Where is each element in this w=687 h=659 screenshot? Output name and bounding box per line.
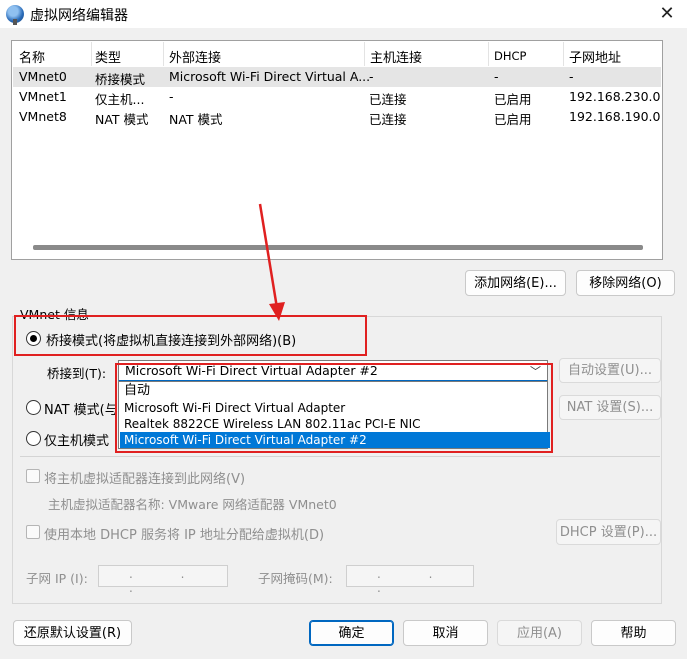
column-separator bbox=[563, 42, 564, 66]
remove-network-button[interactable]: 移除网络(O) bbox=[576, 270, 675, 296]
annotation-box-bridged bbox=[14, 315, 367, 356]
connect-host-adapter-checkbox[interactable] bbox=[26, 469, 40, 483]
apply-button[interactable]: 应用(A) bbox=[497, 620, 582, 646]
subnet-mask-dots: . . . bbox=[377, 567, 455, 595]
cell-subnet: 192.168.230.0 bbox=[569, 89, 661, 104]
host-only-radio[interactable] bbox=[26, 431, 41, 446]
nat-settings-button[interactable]: NAT 设置(S)... bbox=[559, 395, 661, 420]
subnet-ip-label: 子网 IP (I): bbox=[26, 571, 88, 586]
cell-dhcp: 已启用 bbox=[494, 112, 532, 127]
divider bbox=[20, 456, 660, 457]
cell-external: Microsoft Wi-Fi Direct Virtual A... bbox=[169, 69, 371, 84]
help-button[interactable]: 帮助 bbox=[591, 620, 676, 646]
annotation-box-dropdown bbox=[115, 363, 553, 453]
nat-mode-radio[interactable] bbox=[26, 400, 41, 415]
cell-type: 仅主机... bbox=[95, 92, 145, 107]
window-title: 虚拟网络编辑器 bbox=[30, 8, 128, 24]
column-separator bbox=[364, 42, 365, 66]
add-network-button[interactable]: 添加网络(E)... bbox=[465, 270, 566, 296]
cell-name: VMnet8 bbox=[19, 109, 67, 124]
table-row[interactable]: VMnet8 NAT 模式 NAT 模式 已连接 已启用 192.168.190… bbox=[13, 107, 661, 127]
column-header-host[interactable]: 主机连接 bbox=[370, 47, 422, 66]
column-header-type[interactable]: 类型 bbox=[95, 47, 121, 66]
connect-host-adapter-label[interactable]: 将主机虚拟适配器连接到此网络(V) bbox=[44, 468, 245, 487]
auto-settings-button[interactable]: 自动设置(U)... bbox=[559, 358, 661, 383]
subnet-mask-label: 子网掩码(M): bbox=[258, 571, 333, 586]
cell-host: 已连接 bbox=[369, 92, 407, 107]
close-icon[interactable]: ✕ bbox=[652, 1, 682, 27]
cell-name: VMnet0 bbox=[19, 69, 67, 84]
cell-host: - bbox=[369, 69, 374, 84]
cell-name: VMnet1 bbox=[19, 89, 67, 104]
use-local-dhcp-label[interactable]: 使用本地 DHCP 服务将 IP 地址分配给虚拟机(D) bbox=[44, 524, 324, 543]
cell-host: 已连接 bbox=[369, 112, 407, 127]
column-separator bbox=[163, 42, 164, 66]
network-globe-icon bbox=[6, 5, 24, 25]
table-row[interactable]: VMnet1 仅主机... - 已连接 已启用 192.168.230.0 bbox=[13, 87, 661, 107]
bridge-to-label: 桥接到(T): bbox=[47, 366, 107, 381]
cell-dhcp: 已启用 bbox=[494, 92, 532, 107]
dhcp-settings-button[interactable]: DHCP 设置(P)... bbox=[556, 519, 661, 545]
subnet-ip-dots: . . . bbox=[129, 567, 207, 595]
restore-defaults-button[interactable]: 还原默认设置(R) bbox=[13, 620, 132, 646]
table-row[interactable]: VMnet0 桥接模式 Microsoft Wi-Fi Direct Virtu… bbox=[13, 67, 661, 87]
subnet-mask-input[interactable]: . . . bbox=[346, 565, 474, 595]
cell-type: 桥接模式 bbox=[95, 72, 146, 87]
use-local-dhcp-checkbox[interactable] bbox=[26, 525, 40, 539]
cell-type: NAT 模式 bbox=[95, 112, 149, 127]
column-separator bbox=[488, 42, 489, 66]
subnet-ip-input[interactable]: . . . bbox=[98, 565, 228, 595]
column-header-external[interactable]: 外部连接 bbox=[169, 47, 221, 66]
cell-external: NAT 模式 bbox=[169, 112, 223, 127]
cell-dhcp: - bbox=[494, 69, 499, 84]
cell-subnet: 192.168.190.0 bbox=[569, 109, 661, 124]
annotation-arrow-icon bbox=[258, 203, 285, 321]
host-only-label[interactable]: 仅主机模式 bbox=[44, 430, 109, 449]
column-header-dhcp[interactable]: DHCP bbox=[494, 49, 526, 63]
cell-external: - bbox=[169, 89, 174, 104]
ok-button[interactable]: 确定 bbox=[309, 620, 394, 646]
horizontal-scrollbar[interactable] bbox=[33, 245, 643, 250]
cell-subnet: - bbox=[569, 69, 574, 84]
column-header-name[interactable]: 名称 bbox=[19, 47, 45, 66]
cancel-button[interactable]: 取消 bbox=[403, 620, 488, 646]
column-separator bbox=[91, 42, 92, 66]
column-header-subnet[interactable]: 子网地址 bbox=[569, 47, 621, 66]
nat-mode-label[interactable]: NAT 模式(与 bbox=[44, 399, 118, 418]
host-adapter-name: 主机虚拟适配器名称: VMware 网络适配器 VMnet0 bbox=[48, 497, 337, 512]
network-list[interactable]: 名称 类型 外部连接 主机连接 DHCP 子网地址 VMnet0 桥接模式 Mi… bbox=[11, 40, 663, 260]
